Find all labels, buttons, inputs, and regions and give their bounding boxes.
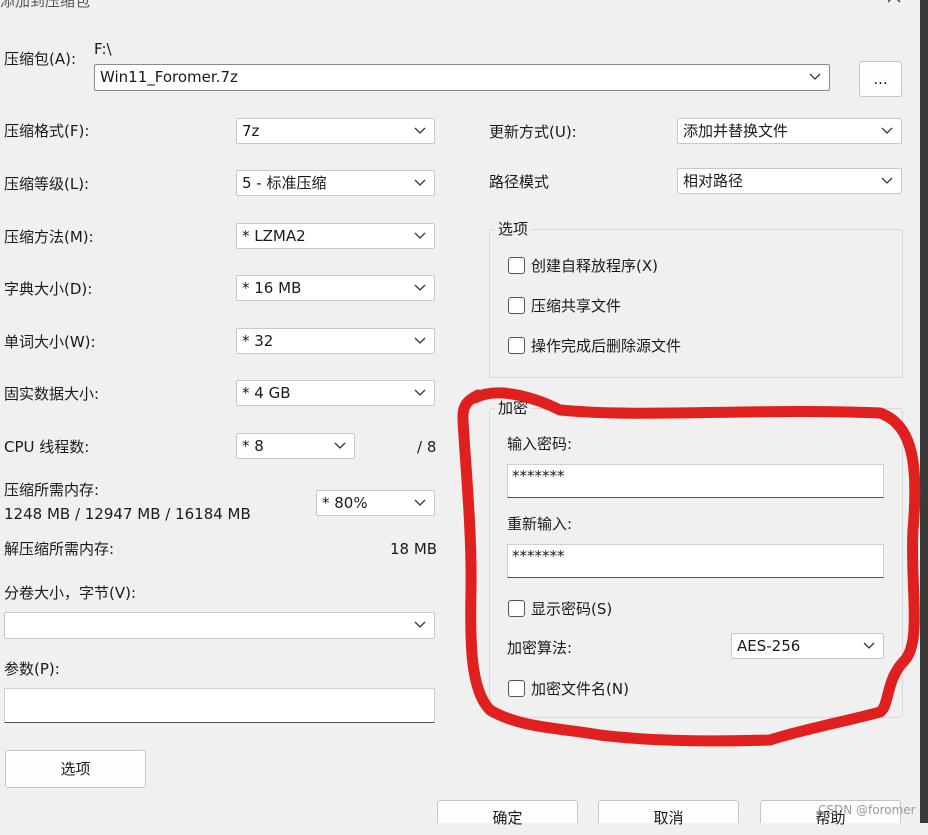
red-annotation-circle: [457, 387, 921, 747]
cancel-button[interactable]: 取消: [598, 800, 739, 827]
watermark: CSDN @foromer: [818, 803, 916, 817]
ok-button[interactable]: 确定: [437, 800, 578, 827]
